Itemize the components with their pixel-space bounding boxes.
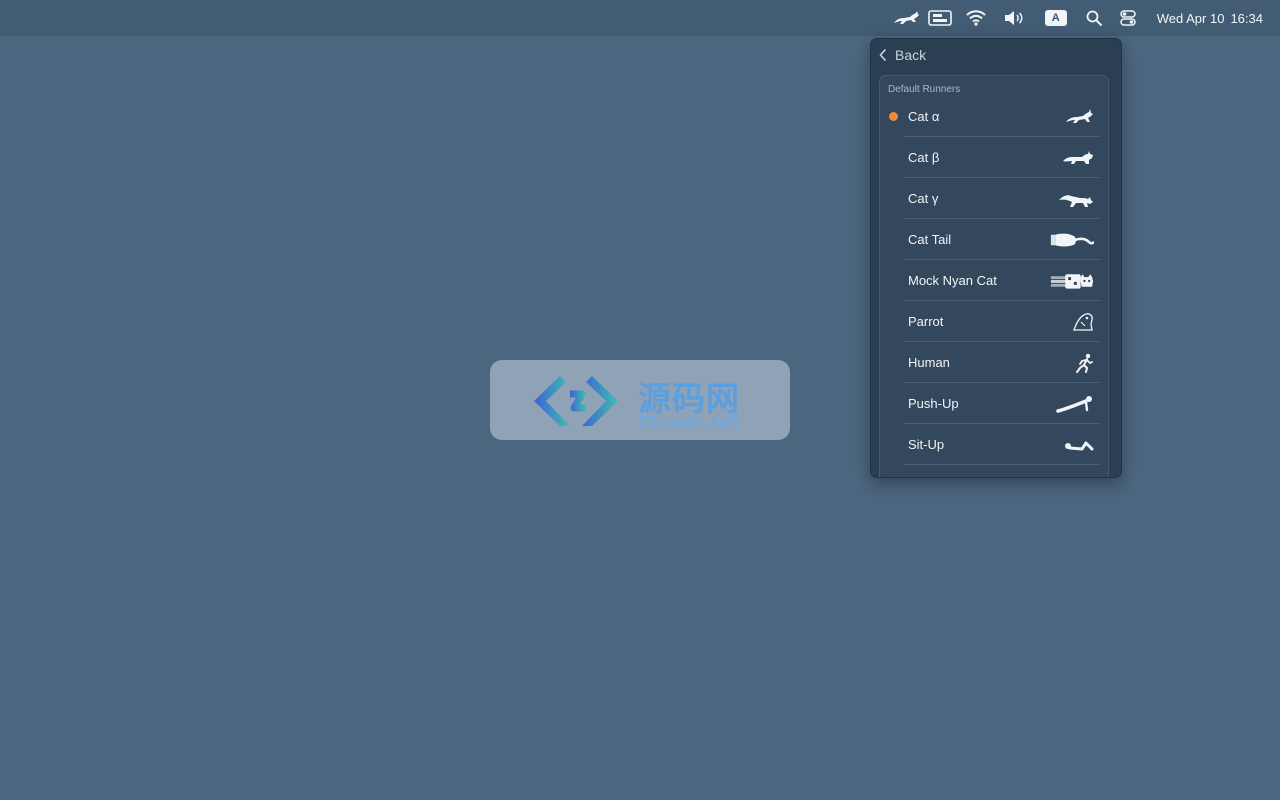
cat-gamma-icon xyxy=(1050,186,1094,212)
push-up-icon xyxy=(1050,391,1094,417)
watermark: 源码网 52scode.CoM xyxy=(490,360,790,440)
runner-menu-panel: Back Default Runners Cat α Cat β Cat γ C… xyxy=(870,38,1122,478)
screen-mirror-icon[interactable] xyxy=(927,0,953,36)
volume-icon[interactable] xyxy=(1003,0,1025,36)
menu-bar: A Wed Apr 10 16:34 xyxy=(0,0,1280,36)
nyan-cat-icon xyxy=(1050,268,1094,294)
clock-date: Wed Apr 10 xyxy=(1156,10,1225,26)
runner-label: Human xyxy=(908,355,950,370)
runner-label: Mock Nyan Cat xyxy=(908,273,997,288)
runner-label: Push-Up xyxy=(908,396,959,411)
runner-item-human[interactable]: Human xyxy=(880,342,1108,383)
back-label: Back xyxy=(895,47,927,63)
runner-label: Cat α xyxy=(908,109,940,124)
selected-indicator xyxy=(889,112,898,121)
runner-item-cat-alpha[interactable]: Cat α xyxy=(880,96,1108,137)
runner-item-sit-up[interactable]: Sit-Up xyxy=(880,424,1108,465)
runner-item-cat-tail[interactable]: Cat Tail xyxy=(880,219,1108,260)
runner-list: Cat α Cat β Cat γ Cat Tail Mock Nyan Cat… xyxy=(880,96,1108,465)
wifi-icon[interactable] xyxy=(965,0,987,36)
cat-beta-icon xyxy=(1050,145,1094,171)
input-source-label: A xyxy=(1044,10,1067,26)
spotlight-search-icon[interactable] xyxy=(1085,0,1103,36)
control-center-icon[interactable] xyxy=(1119,0,1137,36)
runner-label: Cat β xyxy=(908,150,940,165)
runner-item-push-up[interactable]: Push-Up xyxy=(880,383,1108,424)
clock-time: 16:34 xyxy=(1230,10,1263,26)
group-title: Default Runners xyxy=(888,84,961,95)
cat-tail-icon xyxy=(1050,227,1094,253)
runner-item-parrot[interactable]: Parrot xyxy=(880,301,1108,342)
runcat-icon[interactable] xyxy=(891,0,921,36)
watermark-subtitle: 52scode.CoM xyxy=(638,413,738,431)
row-divider xyxy=(904,464,1100,465)
back-button[interactable]: Back xyxy=(879,45,926,65)
runner-item-cat-gamma[interactable]: Cat γ xyxy=(880,178,1108,219)
runner-label: Cat Tail xyxy=(908,232,952,247)
runner-label: Parrot xyxy=(908,314,944,329)
runner-label: Cat γ xyxy=(908,191,939,206)
chevron-left-icon xyxy=(879,49,886,61)
default-runners-group: Default Runners Cat α Cat β Cat γ Cat Ta… xyxy=(879,75,1109,477)
menu-bar-clock[interactable]: Wed Apr 10 16:34 xyxy=(1157,0,1263,36)
runner-item-mock-nyan-cat[interactable]: Mock Nyan Cat xyxy=(880,260,1108,301)
runner-label: Sit-Up xyxy=(908,437,945,452)
parrot-icon xyxy=(1050,309,1094,335)
cat-alpha-icon xyxy=(1050,104,1094,130)
human-running-icon xyxy=(1050,350,1094,376)
input-source-icon[interactable]: A xyxy=(1043,0,1069,36)
runner-item-cat-beta[interactable]: Cat β xyxy=(880,137,1108,178)
watermark-logo-icon xyxy=(534,376,618,426)
sit-up-icon xyxy=(1050,432,1094,458)
